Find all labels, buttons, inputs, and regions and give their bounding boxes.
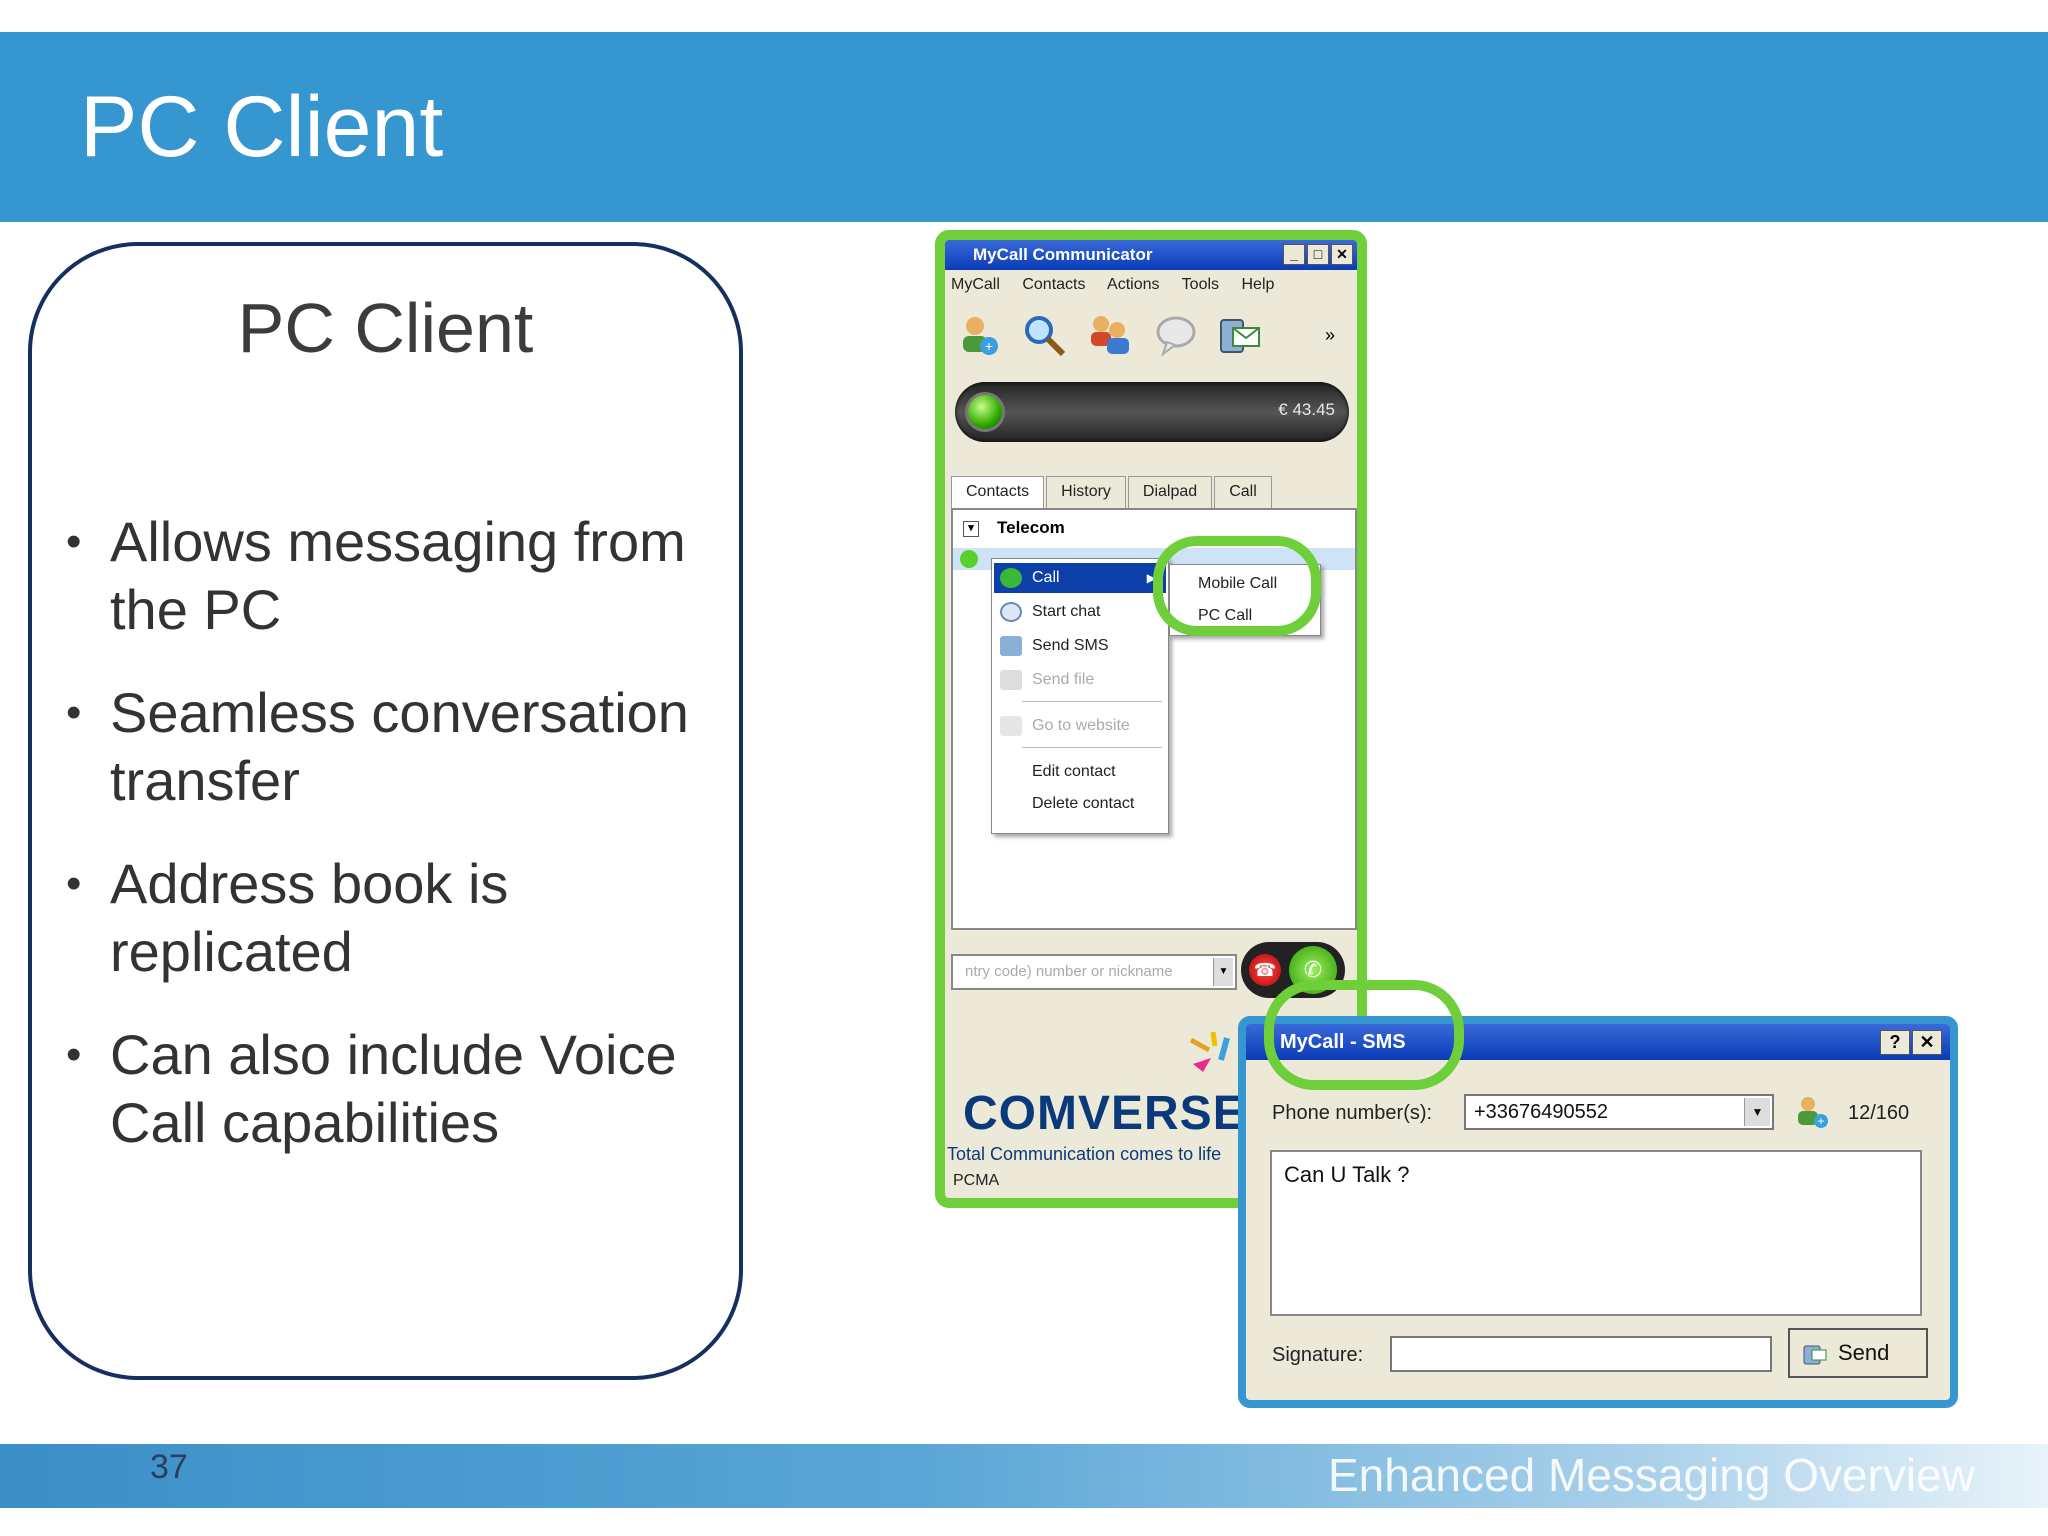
tab-history[interactable]: History [1046, 476, 1126, 508]
window-controls: _ □ ✕ [1283, 244, 1353, 265]
sms-icon[interactable] [1217, 312, 1263, 358]
send-icon [1803, 1345, 1827, 1365]
bullet-dot-icon: • [66, 688, 82, 737]
chat-icon [1000, 602, 1022, 622]
contacts-group-icon[interactable] [1087, 312, 1133, 358]
add-contact-icon[interactable]: + [1794, 1094, 1830, 1130]
maximize-button[interactable]: □ [1307, 244, 1329, 265]
menu-help[interactable]: Help [1241, 276, 1274, 293]
window-controls: ? ✕ [1880, 1030, 1942, 1055]
bullet-dot-icon: • [66, 1030, 82, 1079]
online-status-icon [960, 550, 978, 568]
call-icon [1000, 568, 1022, 588]
signature-input[interactable] [1390, 1336, 1772, 1372]
status-led-icon [965, 392, 1005, 432]
context-menu: Call ▶ Start chat Send SMS Send file Go … [991, 558, 1169, 834]
dropdown-arrow-icon[interactable]: ▼ [1744, 1098, 1770, 1126]
pc-call-highlight [1153, 536, 1321, 636]
communicator-title: MyCall Communicator [973, 245, 1153, 264]
menu-mycall[interactable]: MyCall [951, 276, 1000, 293]
menu-item-go-to-website[interactable]: Go to website [994, 711, 1166, 741]
menu-item-edit-contact[interactable]: Edit contact [994, 757, 1166, 787]
collapse-icon[interactable]: ▾ [963, 520, 979, 537]
close-button[interactable]: ✕ [1912, 1030, 1942, 1055]
minimize-button[interactable]: _ [1283, 244, 1305, 265]
bullet-dot-icon: • [66, 517, 82, 566]
menu-item-send-sms[interactable]: Send SMS [994, 631, 1166, 661]
menu-tools[interactable]: Tools [1182, 276, 1219, 293]
tab-contacts[interactable]: Contacts [951, 476, 1045, 508]
svg-text:+: + [1817, 1114, 1824, 1128]
slide-title: PC Client [80, 79, 444, 175]
page-number: 37 [150, 1448, 188, 1486]
tab-call[interactable]: Call [1214, 476, 1272, 508]
toolbar-overflow-icon[interactable]: » [1325, 312, 1357, 358]
close-button[interactable]: ✕ [1331, 244, 1353, 265]
comverse-logo: COMVERSE [963, 1087, 1246, 1140]
contact-group-header[interactable]: ▾ Telecom [963, 518, 1065, 538]
file-icon [1000, 670, 1022, 690]
dropdown-arrow-icon[interactable]: ▼ [1213, 958, 1233, 986]
menu-item-call[interactable]: Call ▶ [994, 563, 1166, 593]
menu-item-send-file[interactable]: Send file [994, 665, 1166, 695]
character-counter: 12/160 [1848, 1102, 1910, 1124]
footer-text: Enhanced Messaging Overview [1328, 1449, 1975, 1501]
panel-title: PC Client [237, 289, 534, 367]
communicator-titlebar[interactable]: MyCall Communicator _ □ ✕ [945, 240, 1357, 270]
help-button[interactable]: ? [1880, 1030, 1910, 1055]
bullet-dot-icon: • [66, 859, 82, 908]
menu-item-start-chat[interactable]: Start chat [994, 597, 1166, 627]
search-icon[interactable] [1021, 312, 1067, 358]
menu-item-delete-contact[interactable]: Delete contact [994, 789, 1166, 819]
bullet-item: • Can also include Voice Call capabilitie… [66, 1023, 677, 1154]
chat-bubble-icon[interactable] [1153, 312, 1199, 358]
signature-label: Signature: [1272, 1344, 1364, 1366]
menu-separator [1022, 747, 1162, 748]
codec-label: PCMA [953, 1172, 1000, 1189]
tab-dialpad[interactable]: Dialpad [1127, 476, 1213, 508]
bullet-list: • Allows messaging from the PC • Seamless … [66, 508, 726, 1192]
slide: PC Client PC Client • Allows messaging fr… [0, 0, 2048, 1536]
tab-bar: Contacts History Dialpad Call [951, 476, 1274, 508]
phone-number-input[interactable]: +33676490552 ▼ [1464, 1094, 1774, 1130]
balance-value: € 43.45 [1278, 400, 1335, 419]
bullet-item: • Seamless conversation transfer [66, 681, 689, 812]
phone-label: Phone number(s): [1272, 1102, 1433, 1124]
send-button[interactable]: Send [1788, 1328, 1928, 1378]
add-contact-icon[interactable]: + [955, 312, 1001, 358]
menu-separator [1022, 701, 1162, 702]
logo-tagline: Total Communication comes to life [947, 1144, 1222, 1164]
sms-title-highlight [1264, 980, 1464, 1090]
toolbar: + » [945, 302, 1357, 364]
menu-bar: MyCall Contacts Actions Tools Help [945, 270, 1357, 300]
balance-display: € 43.45 [955, 382, 1349, 442]
hang-up-button[interactable]: ☎ [1249, 954, 1281, 986]
bullet-panel: PC Client • Allows messaging from the PC … [28, 242, 743, 1380]
bullet-item: • Allows messaging from the PC [66, 510, 686, 641]
svg-text:+: + [985, 338, 993, 354]
dial-input[interactable]: ntry code) number or nickname ▼ [951, 954, 1237, 990]
bullet-item: • Address book is replicated [66, 852, 509, 983]
menu-actions[interactable]: Actions [1107, 276, 1159, 293]
sms-icon [1000, 636, 1022, 656]
home-icon [1000, 716, 1022, 736]
menu-contacts[interactable]: Contacts [1022, 276, 1085, 293]
message-textarea[interactable]: Can U Talk ? [1270, 1150, 1922, 1316]
